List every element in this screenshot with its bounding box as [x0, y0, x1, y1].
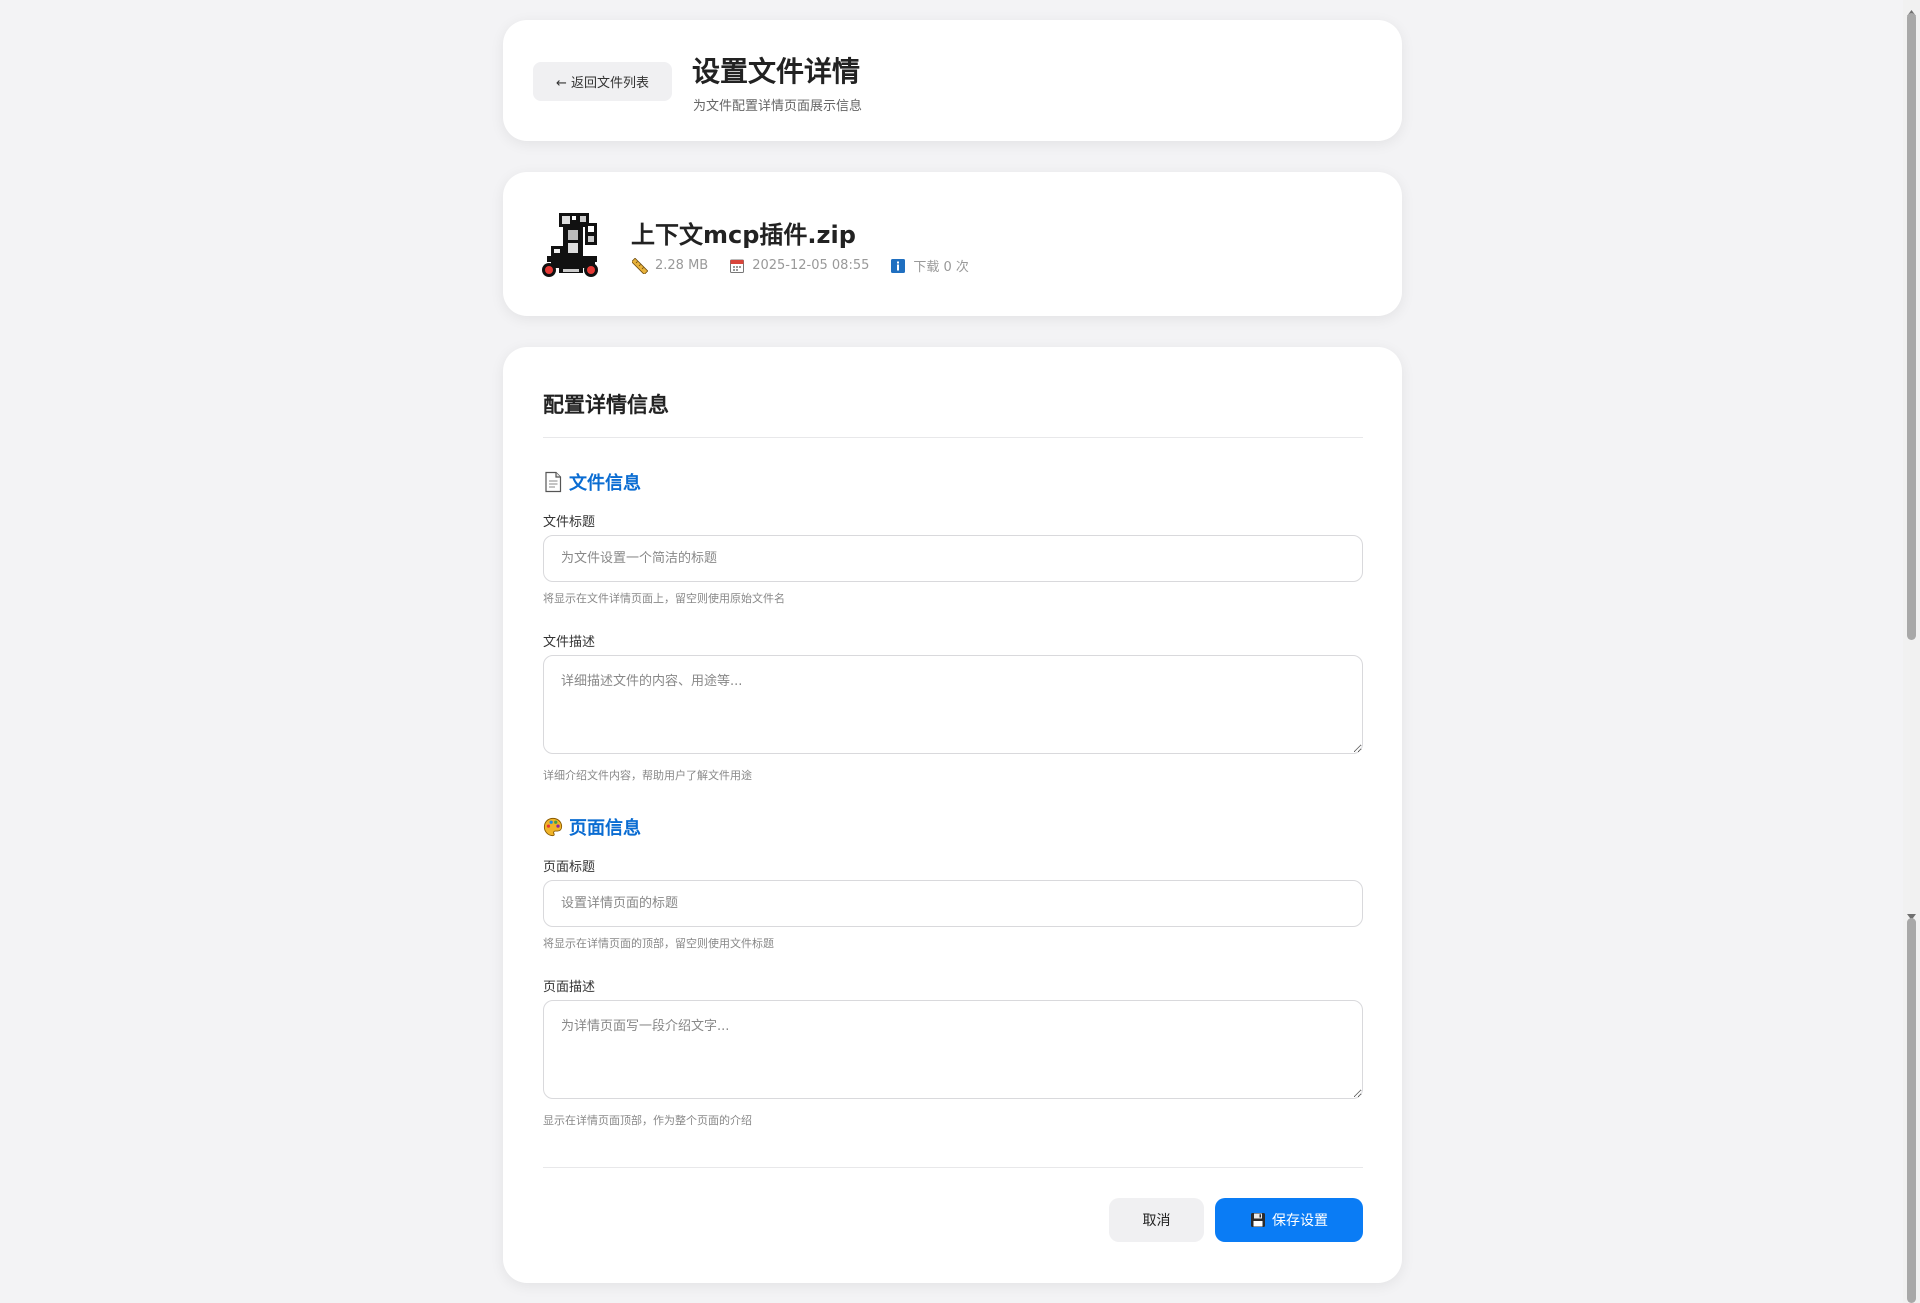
file-name: 上下文mcp插件.zip	[631, 221, 856, 249]
cancel-button[interactable]: 取消	[1109, 1198, 1204, 1242]
divider	[543, 1167, 1363, 1168]
file-downloads: 下载 0 次	[913, 260, 969, 275]
divider	[543, 437, 1363, 438]
scroll-down-arrow-icon[interactable]	[1906, 906, 1917, 920]
file-info-section-label: 文件信息	[569, 473, 641, 494]
file-title-label: 文件标题	[543, 515, 596, 530]
document-icon	[543, 471, 563, 493]
page-info-section-title: 页面信息	[543, 814, 641, 840]
page-title-input[interactable]	[543, 880, 1363, 927]
page-title-hint: 将显示在详情页面的顶部，留空则使用文件标题	[543, 937, 774, 950]
page-description-label: 页面描述	[543, 980, 596, 995]
calendar-icon	[729, 258, 745, 274]
file-size: 2.28 MB	[655, 258, 709, 273]
floppy-disk-icon	[1250, 1212, 1266, 1228]
file-title-hint: 将显示在文件详情页面上，留空则使用原始文件名	[543, 592, 785, 605]
scrollbar-thumb[interactable]	[1907, 13, 1916, 640]
file-info-section-title: 文件信息	[543, 469, 641, 495]
file-downloads-meta: 下载 0 次	[890, 256, 969, 275]
palette-icon	[543, 816, 563, 838]
save-settings-button[interactable]: 保存设置	[1215, 1198, 1363, 1242]
scrollbar-thumb[interactable]	[1907, 918, 1916, 1303]
file-date: 2025-12-05 08:55	[752, 258, 870, 273]
file-date-meta: 2025-12-05 08:55	[729, 258, 869, 274]
save-settings-label: 保存设置	[1272, 1213, 1328, 1229]
page-description-hint: 显示在详情页面顶部，作为整个页面的介绍	[543, 1114, 752, 1127]
file-description-label: 文件描述	[543, 635, 596, 650]
back-to-list-button[interactable]: ← 返回文件列表	[533, 62, 672, 101]
page-subtitle: 为文件配置详情页面展示信息	[693, 99, 863, 114]
page-title-label: 页面标题	[543, 860, 596, 875]
zip-robot-icon	[539, 210, 605, 278]
page-description-textarea[interactable]	[543, 1000, 1363, 1099]
details-form-card: 配置详情信息 文件信息 文件标题 将显示在文件详情页面上，留空则使用原始文件名 …	[503, 347, 1402, 1283]
page-title: 设置文件详情	[692, 55, 861, 88]
header-card: ← 返回文件列表 设置文件详情 为文件配置详情页面展示信息	[503, 20, 1402, 141]
form-title: 配置详情信息	[543, 393, 669, 417]
file-summary-card: 上下文mcp插件.zip 2.28 MB 2025-12-05 08:55 下载…	[503, 172, 1402, 316]
file-title-input[interactable]	[543, 535, 1363, 582]
file-description-hint: 详细介绍文件内容，帮助用户了解文件用途	[543, 769, 752, 782]
ruler-icon	[632, 257, 648, 274]
file-meta-row: 2.28 MB 2025-12-05 08:55 下载 0 次	[632, 256, 990, 275]
page-info-section-label: 页面信息	[569, 818, 641, 839]
info-icon	[890, 258, 906, 274]
scroll-up-arrow-icon[interactable]	[1906, 2, 1917, 16]
file-description-textarea[interactable]	[543, 655, 1363, 754]
file-size-meta: 2.28 MB	[632, 257, 709, 274]
